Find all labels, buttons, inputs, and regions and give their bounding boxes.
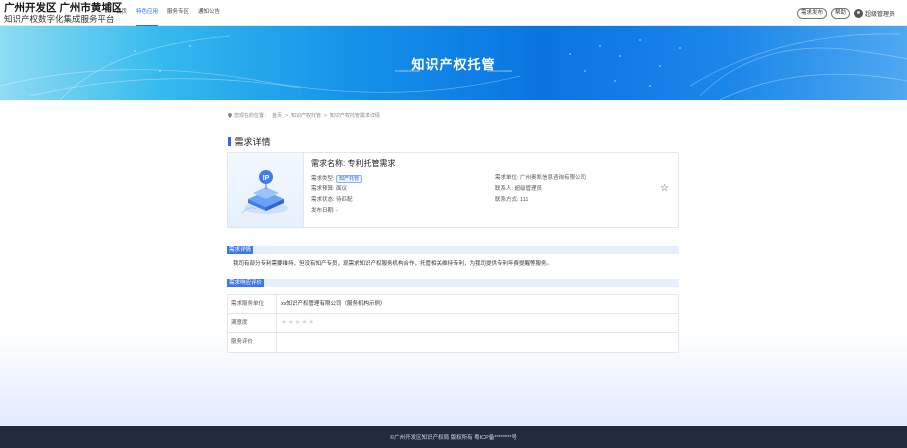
nav-notices[interactable]: 通知公告 [198,0,220,26]
evaluation-table: 需求服务单位 xx知识产权管理有限公司（服务机构示例） 满意度 ★★★★★ 服务… [227,294,679,353]
brand-title: 广州开发区 广州市黄埔区 [4,2,123,14]
heading-accent-bar [228,137,231,146]
detail-band: 需求详情 [227,246,679,254]
favorite-star-icon[interactable]: ☆ [660,184,669,194]
breadcrumb-current: 知识产权托管需求详情 [329,113,380,119]
top-header: 广州开发区 广州市黄埔区 知识产权数字化集成服务平台 首页 特色应用 服务专区 … [0,0,907,26]
demand-card: IP 需求名称: 专利托管需求 需求类型: 知产托管 需求预算: 面议 需求状态… [227,152,679,228]
demand-type-label: 需求类型: [311,176,335,182]
section-title: 需求详情 [234,137,271,147]
footer-copyright: ©广州开发区知识产权局 版权所有 粤ICP备********号 [390,435,517,441]
main-nav: 首页 特色应用 服务专区 通知公告 [116,0,229,26]
service-org-label: 需求服务单位 [228,295,277,313]
breadcrumb-separator: > [323,112,327,119]
publish-demand-button[interactable]: 需求发布 [796,8,827,19]
footer: ©广州开发区知识产权局 版权所有 粤ICP备********号 [0,426,907,448]
evaluation-band: 需求响应评价 [227,279,679,287]
header-actions: 需求发布 帮助 超级管理员 [793,8,895,19]
breadcrumb: 您现在的位置： 首页 > 知识产权托管 > 知识产权托管需求详情 [228,112,383,119]
section-heading: 需求详情 [228,135,271,148]
user-name: 超级管理员 [864,12,895,18]
service-review-value [277,333,678,352]
breadcrumb-separator: > [285,112,288,119]
banner-title: 知识产权托管 [411,57,496,72]
help-button[interactable]: 帮助 [830,8,850,19]
satisfaction-rating[interactable]: ★★★★★ [277,314,678,332]
demand-status: 需求状态: 待匹配 [311,197,353,203]
evaluation-band-label: 需求响应评价 [227,279,265,287]
demand-date: 发布日期: - [311,208,338,214]
service-review-label: 服务评价 [228,333,277,352]
ip-illustration-icon: IP [241,170,288,214]
detail-band-label: 需求详情 [227,246,254,254]
demand-phone: 联系方式: 111 [495,197,529,203]
breadcrumb-ip-custody[interactable]: 知识产权托管 [291,112,321,119]
table-row: 满意度 ★★★★★ [228,314,678,333]
breadcrumb-home[interactable]: 首页 [272,112,282,119]
demand-title: 需求名称: 专利托管需求 [311,159,396,168]
demand-budget: 需求预算: 面议 [311,186,348,192]
user-menu[interactable]: 超级管理员 [853,9,895,18]
nav-featured-apps[interactable]: 特色应用 [136,0,159,26]
svg-text:IP: IP [263,175,270,182]
table-row: 需求服务单位 xx知识产权管理有限公司（服务机构示例） [228,295,678,314]
demand-org: 需求单位: 广州奥凯信息咨询有限公司 [495,175,587,181]
rating-stars-icon[interactable]: ★★★★★ [281,319,315,326]
nav-home[interactable]: 首页 [116,0,127,26]
demand-thumbnail: IP [228,153,304,227]
brand[interactable]: 广州开发区 广州市黄埔区 知识产权数字化集成服务平台 [4,2,122,25]
demand-type: 需求类型: 知产托管 [311,175,363,183]
table-row: 服务评价 [228,333,678,352]
user-avatar-icon [853,9,863,18]
service-org-value: xx知识产权管理有限公司（服务机构示例） [281,301,386,307]
nav-service-zone[interactable]: 服务专区 [167,0,189,26]
satisfaction-label: 满意度 [228,314,277,332]
detail-description: 我司有部分专利需要维持，但没有知产专员，现需求知识产权服务机构合作，托管相关维持… [233,261,553,267]
demand-contact: 联系人: 超级管理员 [495,186,543,192]
demand-type-tag: 知产托管 [336,175,363,183]
breadcrumb-prefix: 您现在的位置： [234,113,270,119]
brand-subtitle: 知识产权数字化集成服务平台 [4,14,115,24]
location-pin-icon [228,113,232,118]
hero-banner: 知识产权托管 [0,26,907,100]
